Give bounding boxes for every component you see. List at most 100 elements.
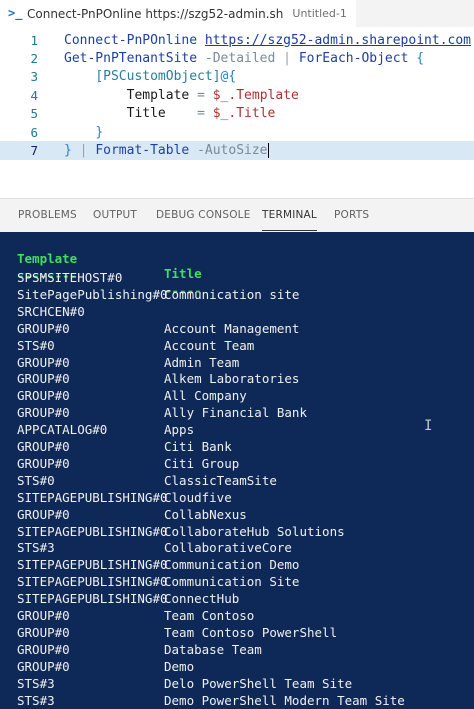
code-token: Get-PnPTenantSite — [64, 51, 198, 67]
terminal-row: GROUP#0 All Company — [0, 388, 474, 405]
terminal-row: STS#3 CollaborativeCore — [0, 540, 474, 557]
line-number: 3 — [30, 69, 38, 85]
code-line-7: 7 } | Format-Table -AutoSize — [0, 141, 474, 160]
code-token: Title — [126, 106, 166, 122]
title-cell: Team Contoso — [164, 608, 255, 623]
code-token: = — [197, 106, 205, 122]
title-cell: Account Team — [164, 337, 255, 353]
terminal-row: SITEPAGEPUBLISHING#0 Communication Site — [0, 574, 474, 591]
title-cell: Citi Group — [164, 455, 240, 471]
template-cell: STS#0 — [17, 472, 55, 488]
terminal-row: GROUP#0 Team Contoso PowerShell — [0, 625, 474, 642]
terminal-row: GROUP#0 Database Team — [0, 642, 474, 659]
tab-description: Untitled-1 — [292, 7, 347, 20]
terminal-row: GROUP#0 CollabNexus — [0, 507, 474, 524]
code-token: = — [197, 87, 205, 103]
template-cell: STS#3 — [17, 692, 55, 708]
tab-problems[interactable]: PROBLEMS — [18, 199, 77, 232]
code-token: } — [64, 143, 72, 159]
template-cell: GROUP#0 — [17, 624, 70, 640]
template-cell: GROUP#0 — [17, 439, 70, 454]
code-token: | — [79, 143, 88, 159]
template-cell: STS#3 — [17, 540, 55, 556]
template-cell: GROUP#0 — [17, 641, 70, 657]
panel-tab-bar: PROBLEMS OUTPUT DEBUG CONSOLE TERMINAL P… — [0, 198, 474, 232]
terminal-row: SITEPAGEPUBLISHING#0 CollaborateHub Solut… — [0, 524, 474, 541]
template-cell: STS#3 — [17, 675, 55, 691]
code-line-4: 4 Template = $_.Template — [0, 86, 474, 104]
code-token: @{ — [220, 69, 237, 85]
title-cell: CollaborateHub Solutions — [164, 523, 345, 539]
terminal-panel[interactable]: Template Title -------- ----- SPSMSITEHO… — [0, 232, 474, 709]
title-cell: Apps — [164, 422, 195, 438]
title-cell: Demo PowerShell Modern Team Site — [164, 692, 405, 708]
code-token: } — [95, 124, 104, 140]
code-token: Connect-PnPOnline — [64, 32, 198, 48]
template-cell: GROUP#0 — [17, 320, 70, 336]
terminal-row: STS#0 Account Team — [0, 338, 474, 355]
title-cell: Account Management — [164, 320, 300, 336]
line-number: 6 — [30, 124, 38, 140]
terminal-row: GROUP#0 Account Management — [0, 321, 474, 338]
tab-output[interactable]: OUTPUT — [93, 199, 137, 232]
title-cell: Alkem Laboratories — [164, 371, 300, 387]
tab-debug-console[interactable]: DEBUG CONSOLE — [156, 199, 251, 232]
code-token: { — [416, 51, 425, 67]
line-number: 1 — [30, 32, 38, 48]
terminal-row: STS#0 ClassicTeamSite — [0, 473, 474, 490]
terminal-row: GROUP#0 Citi Bank — [0, 439, 474, 456]
code-token: $_.Title — [212, 106, 276, 122]
template-cell: GROUP#0 — [17, 388, 70, 404]
template-cell: APPCATALOG#0 — [17, 422, 108, 438]
title-cell: Cloudfive — [164, 489, 232, 505]
title-cell: Team Contoso PowerShell — [164, 624, 338, 640]
text-cursor — [267, 143, 269, 159]
template-cell: SITEPAGEPUBLISHING#0 — [17, 489, 168, 505]
editor-tab-bar: >_ Connect-PnPOnline https://szg52-admin… — [0, 0, 474, 27]
code-token: $_.Template — [212, 87, 299, 103]
terminal-row: STS#3 Demo PowerShell Modern Team Site — [0, 693, 474, 709]
template-cell: SITEPAGEPUBLISHING#0 — [17, 574, 168, 590]
terminal-row: SPSMSITEHOST#0 — [0, 270, 474, 287]
template-cell: GROUP#0 — [17, 608, 70, 623]
title-cell: Communication Site — [164, 574, 300, 590]
terminal-row: SRCHCEN#0 — [0, 304, 474, 321]
terminal-underline-row: -------- ----- — [0, 253, 474, 298]
template-cell: SitePagePublishing#0 — [17, 286, 168, 302]
code-line-5: 5 Title = $_.Title — [0, 105, 474, 123]
text-cursor-ibeam-icon: I — [424, 418, 433, 434]
template-cell: SPSMSITEHOST#0 — [17, 270, 123, 285]
terminal-row: APPCATALOG#0 Apps — [0, 422, 474, 439]
code-line-3: 3 [PSCustomObject]@{ — [0, 68, 474, 86]
template-cell: STS#0 — [17, 337, 55, 353]
title-cell: CollaborativeCore — [164, 540, 292, 556]
line-number: 2 — [30, 51, 38, 67]
template-cell: GROUP#0 — [17, 506, 70, 522]
template-cell: GROUP#0 — [17, 658, 70, 674]
code-token: Template — [126, 87, 190, 103]
title-cell: Communication Demo — [164, 557, 300, 573]
code-line-6: 6 } — [0, 123, 474, 141]
code-editor[interactable]: 1 Connect-PnPOnline https://szg52-admin.… — [0, 27, 474, 198]
terminal-row: GROUP#0 Alkem Laboratories — [0, 371, 474, 388]
terminal-row: SITEPAGEPUBLISHING#0 Cloudfive — [0, 490, 474, 507]
code-token: ForEach-Object — [298, 51, 409, 67]
title-cell: Demo — [164, 658, 195, 674]
template-cell: GROUP#0 — [17, 371, 70, 387]
title-cell: ClassicTeamSite — [164, 472, 277, 488]
template-cell: GROUP#0 — [17, 354, 70, 370]
code-token: -Detailed — [204, 51, 276, 67]
code-url-link[interactable]: https://szg52-admin.sharepoint.com — [205, 33, 471, 48]
terminal-row: GROUP#0 Admin Team — [0, 355, 474, 372]
code-line-2: 2 Get-PnPTenantSite -Detailed | ForEach-… — [0, 49, 474, 67]
template-cell: SITEPAGEPUBLISHING#0 — [17, 591, 168, 607]
tab-ports[interactable]: PORTS — [334, 199, 369, 232]
line-number: 7 — [30, 143, 38, 159]
editor-tab-untitled-1[interactable]: >_ Connect-PnPOnline https://szg52-admin… — [0, 0, 356, 27]
template-cell: GROUP#0 — [17, 405, 70, 421]
terminal-row: GROUP#0 Team Contoso — [0, 608, 474, 625]
tab-terminal[interactable]: TERMINAL — [262, 199, 317, 231]
terminal-header-row: Template Title — [0, 236, 474, 281]
title-cell: Ally Financial Bank — [164, 405, 307, 421]
title-cell: Delo PowerShell Team Site — [164, 675, 353, 691]
